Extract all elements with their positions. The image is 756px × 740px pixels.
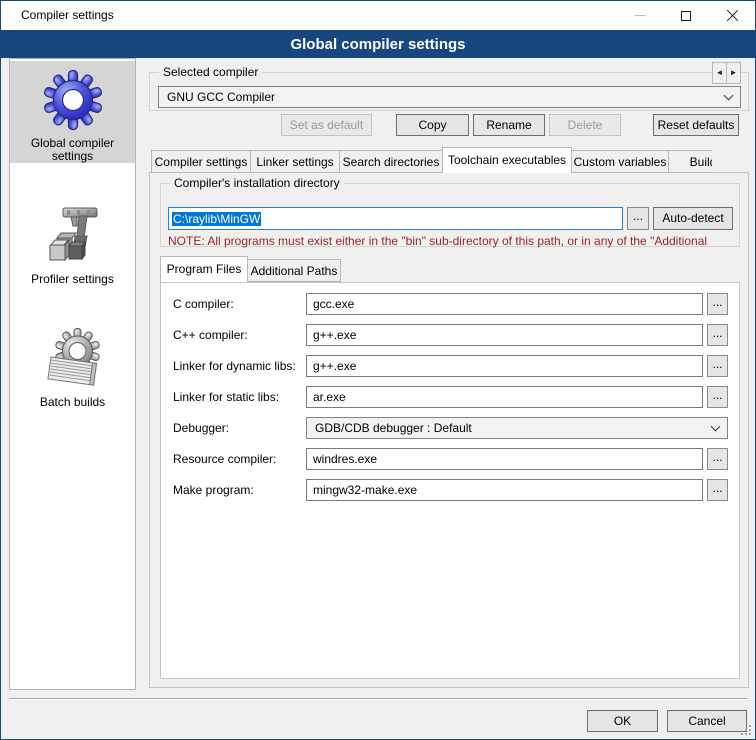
titlebar: Compiler settings <box>1 1 755 30</box>
field-label: Linker for static libs: <box>173 386 279 408</box>
resource-compiler-input[interactable] <box>306 448 703 470</box>
window-title: Compiler settings <box>21 1 114 30</box>
install-dir-input[interactable]: C:\raylib\MinGW <box>168 207 623 230</box>
linker-static-input[interactable] <box>306 386 703 408</box>
chevron-down-icon <box>724 90 734 100</box>
install-dir-note: NOTE: All programs must exist either in … <box>168 234 734 248</box>
sidebar: Global compiler settings Profiler settin… <box>9 58 136 690</box>
selected-compiler-value: GNU GCC Compiler <box>167 90 725 104</box>
toolchain-field-row: Debugger: GDB/CDB debugger : Default <box>161 417 739 439</box>
debugger-select[interactable]: GDB/CDB debugger : Default <box>306 417 728 439</box>
reset-defaults-button[interactable]: Reset defaults <box>653 114 739 136</box>
batch-builds-icon <box>41 327 105 391</box>
toolchain-field-row: C compiler: ... <box>161 293 739 315</box>
c-compiler-input[interactable] <box>306 293 703 315</box>
cancel-button[interactable]: Cancel <box>667 710 747 732</box>
toolchain-field-row: C++ compiler: ... <box>161 324 739 346</box>
selected-compiler-dropdown[interactable]: GNU GCC Compiler <box>158 86 741 108</box>
subtab-additional-paths[interactable]: Additional Paths <box>247 259 341 282</box>
make-program-browse-button[interactable]: ... <box>707 479 728 501</box>
linker-dynamic-browse-button[interactable]: ... <box>707 355 728 377</box>
compiler-settings-dialog: Compiler settings Global compiler settin… <box>0 0 756 740</box>
cpp-compiler-input[interactable] <box>306 324 703 346</box>
toolchain-field-row: Linker for dynamic libs: ... <box>161 355 739 377</box>
field-label: C++ compiler: <box>173 324 248 346</box>
field-label: C compiler: <box>173 293 234 315</box>
linker-dynamic-input[interactable] <box>306 355 703 377</box>
tab-build[interactable]: Build <box>668 150 712 173</box>
field-label: Linker for dynamic libs: <box>173 355 296 377</box>
rename-button[interactable]: Rename <box>473 114 545 136</box>
installation-directory-legend: Compiler's installation directory <box>170 176 344 190</box>
page-title: Global compiler settings <box>290 36 465 53</box>
dialog-header: Global compiler settings <box>1 30 755 58</box>
install-dir-selected-text: C:\raylib\MinGW <box>172 212 261 226</box>
gear-icon <box>41 68 105 132</box>
cpp-compiler-browse-button[interactable]: ... <box>707 324 728 346</box>
sidebar-item-label: Batch builds <box>40 396 105 409</box>
linker-static-browse-button[interactable]: ... <box>707 386 728 408</box>
copy-button[interactable]: Copy <box>396 114 469 136</box>
set-as-default-button: Set as default <box>281 114 372 136</box>
resource-compiler-browse-button[interactable]: ... <box>707 448 728 470</box>
close-button[interactable] <box>709 1 755 30</box>
toolchain-field-row: Resource compiler: ... <box>161 448 739 470</box>
selected-compiler-legend: Selected compiler <box>159 65 262 79</box>
program-files-form: C compiler: ... C++ compiler: ... Linker… <box>160 282 740 679</box>
minimize-button[interactable] <box>617 1 663 30</box>
tab-toolchain-executables[interactable]: Toolchain executables <box>442 147 572 173</box>
tab-custom-variables[interactable]: Custom variables <box>571 150 669 173</box>
toolchain-field-row: Make program: ... <box>161 479 739 501</box>
sidebar-item-global-compiler-settings[interactable]: Global compiler settings <box>10 61 135 163</box>
tab-compiler-settings[interactable]: Compiler settings <box>151 150 251 173</box>
main-content: Selected compiler GNU GCC Compiler Set a… <box>149 58 749 690</box>
field-label: Resource compiler: <box>173 448 276 470</box>
caliper-icon <box>41 204 105 268</box>
field-label: Make program: <box>173 479 254 501</box>
auto-detect-button[interactable]: Auto-detect <box>653 207 733 230</box>
subtab-program-files[interactable]: Program Files <box>160 256 248 282</box>
minimize-icon <box>635 15 646 16</box>
toolchain-subtabs: Program FilesAdditional Paths <box>160 256 340 282</box>
toolchain-executables-panel: Compiler's installation directory C:\ray… <box>149 172 749 688</box>
delete-button: Delete <box>549 114 621 136</box>
sidebar-item-profiler-settings[interactable]: Profiler settings <box>10 197 135 286</box>
close-icon <box>726 9 739 22</box>
sidebar-item-label: Profiler settings <box>31 273 114 286</box>
field-label: Debugger: <box>173 417 229 439</box>
ok-button[interactable]: OK <box>587 710 658 732</box>
main-tabs: Compiler settingsLinker settingsSearch d… <box>151 147 712 173</box>
maximize-icon <box>681 11 691 21</box>
install-dir-browse-button[interactable]: ... <box>627 207 649 230</box>
toolchain-field-row: Linker for static libs: ... <box>161 386 739 408</box>
footer-separator <box>9 698 747 700</box>
tab-linker-settings[interactable]: Linker settings <box>250 150 340 173</box>
resize-grip[interactable] <box>741 725 751 735</box>
tab-scroll-right-button[interactable]: ► <box>726 62 741 84</box>
compiler-actions: Set as default CopyRenameDelete Reset defa… <box>149 114 749 136</box>
tab-search-directories[interactable]: Search directories <box>339 150 443 173</box>
sidebar-item-label: Global compiler settings <box>10 137 135 163</box>
tab-scroll-left-button[interactable]: ◄ <box>712 62 727 84</box>
sidebar-item-batch-builds[interactable]: Batch builds <box>10 320 135 409</box>
c-compiler-browse-button[interactable]: ... <box>707 293 728 315</box>
maximize-button[interactable] <box>663 1 709 30</box>
chevron-down-icon <box>711 421 721 431</box>
make-program-input[interactable] <box>306 479 703 501</box>
